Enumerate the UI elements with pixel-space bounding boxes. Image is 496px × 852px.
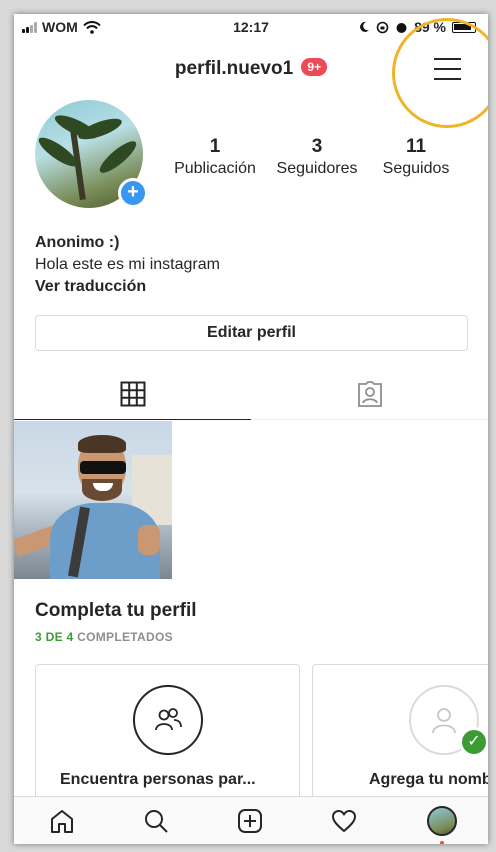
home-icon [51, 810, 73, 833]
notification-dot [440, 841, 444, 844]
user-icon [432, 708, 456, 734]
nav-activity[interactable] [328, 805, 360, 837]
search-icon [145, 810, 168, 833]
followers-label: Seguidores [276, 160, 358, 177]
phone-screen: WOM 12:17 89 % perfil.nuevo1 9+ + 1 Publ… [14, 14, 488, 844]
following-stat[interactable]: 11 Seguidos [375, 136, 457, 178]
followers-stat[interactable]: 3 Seguidores [269, 136, 365, 178]
complete-profile-title: Completa tu perfil [35, 600, 197, 621]
card-icon-circle [133, 685, 203, 755]
tagged-person-icon [357, 381, 382, 407]
posts-label: Publicación [174, 160, 256, 177]
menu-button[interactable] [434, 58, 462, 82]
nav-search[interactable] [140, 805, 172, 837]
check-icon: ✓ [459, 727, 488, 757]
complete-profile-progress: 3 DE 4 COMPLETADOS [35, 630, 173, 644]
translate-link[interactable]: Ver traducción [35, 276, 220, 298]
following-label: Seguidos [382, 160, 450, 177]
profile-bio: Anonimo :) Hola este es mi instagram Ver… [35, 232, 220, 298]
add-name-label: Agrega tu nombre [369, 771, 488, 788]
posts-stat[interactable]: 1 Publicación [170, 136, 260, 178]
moon-icon [360, 21, 370, 32]
status-bar: WOM 12:17 89 % [14, 14, 488, 42]
progress-count: 3 DE 4 [35, 630, 74, 644]
rotation-lock-icon [376, 21, 389, 33]
username-title[interactable]: perfil.nuevo1 9+ [14, 58, 488, 80]
bio-text: Hola este es mi instagram [35, 256, 220, 273]
grid-icon [120, 381, 145, 406]
avatar [427, 806, 457, 836]
profile-name: Anonimo :) [35, 234, 120, 251]
profile-tabs [14, 368, 488, 420]
heart-icon [332, 810, 356, 832]
add-story-button[interactable]: + [118, 178, 148, 208]
status-right: 89 % [358, 19, 476, 35]
nav-profile[interactable] [426, 805, 458, 837]
username-text: perfil.nuevo1 [174, 58, 294, 79]
find-people-card[interactable]: Encuentra personas par... [35, 664, 300, 814]
tab-grid[interactable] [14, 368, 251, 420]
notification-badge: 9+ [301, 58, 328, 76]
posts-count: 1 [209, 136, 221, 157]
hamburger-icon [434, 58, 461, 60]
battery-percent: 89 % [414, 19, 446, 35]
edit-profile-button[interactable]: Editar perfil [35, 315, 468, 351]
post-thumbnail[interactable] [14, 421, 172, 579]
tab-tagged[interactable] [251, 368, 488, 420]
followers-count: 3 [311, 136, 323, 157]
following-count: 11 [405, 136, 427, 157]
battery-icon [452, 21, 476, 33]
add-post-icon [238, 809, 262, 833]
add-name-card[interactable]: ✓ Agrega tu nombre [312, 664, 488, 814]
people-icon [155, 708, 182, 731]
bottom-nav [14, 796, 488, 844]
nav-new-post[interactable] [234, 805, 266, 837]
find-people-label: Encuentra personas par... [60, 771, 256, 788]
nav-home[interactable] [46, 805, 78, 837]
progress-label: COMPLETADOS [77, 630, 173, 644]
alarm-icon [396, 22, 407, 33]
profile-header: perfil.nuevo1 9+ [14, 50, 488, 90]
